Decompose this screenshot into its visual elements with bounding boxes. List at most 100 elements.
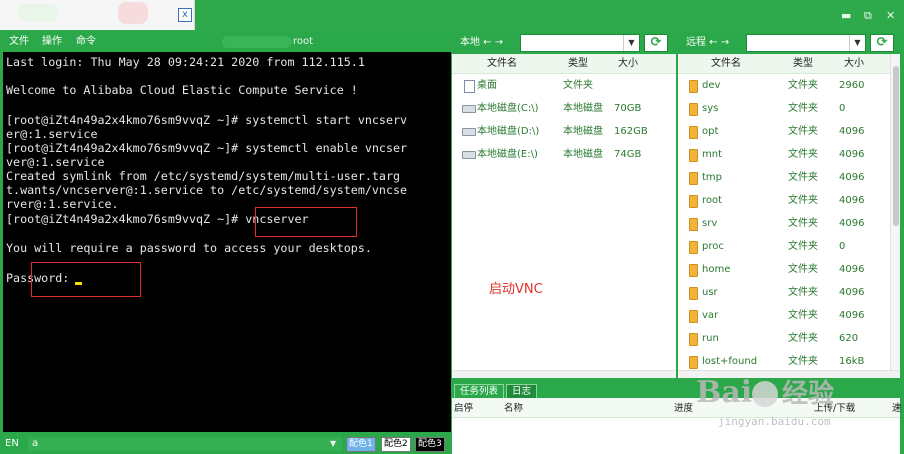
host-label: root xyxy=(293,36,314,47)
local-nav-label[interactable]: 本地 ← → xyxy=(460,36,503,50)
host-blur xyxy=(222,36,292,48)
desktop-icon xyxy=(464,80,475,93)
list-item[interactable]: proc 文件夹 0 xyxy=(678,236,900,259)
folder-icon xyxy=(689,264,698,277)
terminal-line: ver@:1.service xyxy=(6,155,105,169)
file-name: mnt xyxy=(702,149,722,160)
list-item[interactable]: usr 文件夹 4096 xyxy=(678,282,900,305)
tab-blur-right xyxy=(118,2,148,24)
column-size[interactable]: 大小 xyxy=(618,58,638,70)
horizontal-scrollbar[interactable] xyxy=(452,370,676,378)
file-size: 4096 xyxy=(839,195,865,206)
terminal-line: er@:1.service xyxy=(6,127,98,141)
terminal-line: rver@:1.service. xyxy=(6,197,119,211)
local-column-headers: 文件名 类型 大小 xyxy=(452,54,676,74)
list-item[interactable]: sys 文件夹 0 xyxy=(678,98,900,121)
column-type[interactable]: 类型 xyxy=(568,58,588,70)
chevron-down-icon[interactable]: ▼ xyxy=(623,35,639,51)
terminal-line: You will require a password to access yo… xyxy=(6,241,372,255)
terminal-line: Created symlink from /etc/systemd/system… xyxy=(6,169,401,183)
input-language[interactable]: EN xyxy=(5,437,27,451)
file-name: dev xyxy=(702,80,721,91)
close-icon[interactable]: ✕ xyxy=(886,9,895,23)
file-type: 本地磁盘 xyxy=(563,103,603,114)
list-item[interactable]: dev 文件夹 2960 xyxy=(678,75,900,98)
remote-path-combo[interactable]: ▼ xyxy=(746,34,866,52)
file-size: 70GB xyxy=(614,103,642,114)
file-name: lost+found xyxy=(702,356,758,367)
file-size: 162GB xyxy=(614,126,648,137)
column-task-name[interactable]: 名称 xyxy=(504,403,523,415)
folder-icon xyxy=(689,103,698,116)
vertical-scrollbar[interactable] xyxy=(890,54,900,378)
file-size: 16kB xyxy=(839,356,865,367)
highlight-box-password xyxy=(31,262,141,297)
list-item[interactable]: 本地磁盘(C:\) 本地磁盘 70GB xyxy=(452,98,676,121)
local-file-list[interactable]: 文件名 类型 大小 桌面 文件夹 本地磁盘(C:\) 本地磁盘 70GB 本地磁… xyxy=(452,54,676,378)
scrollbar-thumb[interactable] xyxy=(893,66,899,226)
remote-column-headers: 文件名 类型 大小 xyxy=(678,54,900,74)
column-size[interactable]: 大小 xyxy=(844,58,864,70)
tab-close-icon[interactable]: x xyxy=(178,8,192,22)
menu-operate[interactable]: 操作 xyxy=(42,35,62,49)
list-item[interactable]: 本地磁盘(D:\) 本地磁盘 162GB xyxy=(452,121,676,144)
list-item[interactable]: mnt 文件夹 4096 xyxy=(678,144,900,167)
color-scheme-3-button[interactable]: 配色3 xyxy=(415,437,445,452)
file-name: run xyxy=(702,333,719,344)
remote-file-list[interactable]: 文件名 类型 大小 dev 文件夹 2960 sys 文件夹 0 opt 文件夹 4096 mnt… xyxy=(678,54,900,378)
color-scheme-2-button[interactable]: 配色2 xyxy=(381,437,411,452)
chevron-down-icon[interactable]: ▼ xyxy=(330,439,336,448)
list-item[interactable]: run 文件夹 620 xyxy=(678,328,900,351)
file-size: 2960 xyxy=(839,80,865,91)
file-name: proc xyxy=(702,241,724,252)
menu-file[interactable]: 文件 xyxy=(9,35,29,49)
local-path-combo[interactable]: ▼ xyxy=(520,34,640,52)
folder-icon xyxy=(689,310,698,323)
folder-icon xyxy=(689,356,698,369)
refresh-icon[interactable]: ⟳ xyxy=(870,34,894,52)
local-pane-header: 本地 ← → ▼ ⟳ xyxy=(452,32,676,54)
file-name: usr xyxy=(702,287,718,298)
list-item[interactable]: var 文件夹 4096 xyxy=(678,305,900,328)
column-speed[interactable]: 速 xyxy=(892,403,902,415)
list-item[interactable]: tmp 文件夹 4096 xyxy=(678,167,900,190)
refresh-icon[interactable]: ⟳ xyxy=(644,34,668,52)
column-name[interactable]: 文件名 xyxy=(487,58,517,70)
column-status[interactable]: 启停 xyxy=(454,403,473,415)
tab-task-list[interactable]: 任务列表 xyxy=(454,384,505,398)
file-size: 4096 xyxy=(839,126,865,137)
file-type: 本地磁盘 xyxy=(563,126,603,137)
file-size: 4096 xyxy=(839,218,865,229)
list-item[interactable]: opt 文件夹 4096 xyxy=(678,121,900,144)
folder-icon xyxy=(689,218,698,231)
file-type: 文件夹 xyxy=(788,149,818,160)
file-type: 文件夹 xyxy=(788,241,818,252)
list-item[interactable]: home 文件夹 4096 xyxy=(678,259,900,282)
session-tab[interactable]: x xyxy=(0,0,195,30)
column-type[interactable]: 类型 xyxy=(793,58,813,70)
remote-pane-header: 远程 ← → ▼ ⟳ xyxy=(678,32,904,54)
maximize-icon[interactable]: ⧉ xyxy=(864,9,872,23)
file-size: 0 xyxy=(839,241,846,252)
list-item[interactable]: root 文件夹 4096 xyxy=(678,190,900,213)
list-item[interactable]: 本地磁盘(E:\) 本地磁盘 74GB xyxy=(452,144,676,167)
terminal-line: [root@iZt4n49a2x4kmo76sm9vvqZ ~]# system… xyxy=(6,113,408,127)
minimize-icon[interactable]: ▬ xyxy=(841,9,851,23)
file-size: 74GB xyxy=(614,149,642,160)
column-name[interactable]: 文件名 xyxy=(711,58,741,70)
terminal[interactable]: Last login: Thu May 28 09:24:21 2020 fro… xyxy=(3,52,451,432)
list-item[interactable]: srv 文件夹 4096 xyxy=(678,213,900,236)
status-bar: EN a ▼ 配色1 配色2 配色3 xyxy=(0,434,451,454)
color-scheme-1-button[interactable]: 配色1 xyxy=(346,437,376,452)
column-progress[interactable]: 进度 xyxy=(674,403,693,415)
remote-nav-label[interactable]: 远程 ← → xyxy=(686,36,729,50)
menu-command[interactable]: 命令 xyxy=(76,35,96,49)
command-input[interactable]: a xyxy=(28,437,342,451)
file-size: 4096 xyxy=(839,172,865,183)
chevron-down-icon[interactable]: ▼ xyxy=(849,35,865,51)
drive-icon xyxy=(462,151,476,159)
tab-log[interactable]: 日志 xyxy=(506,384,538,398)
file-type: 文件夹 xyxy=(788,287,818,298)
list-item[interactable]: 桌面 文件夹 xyxy=(452,75,676,98)
file-size: 4096 xyxy=(839,264,865,275)
